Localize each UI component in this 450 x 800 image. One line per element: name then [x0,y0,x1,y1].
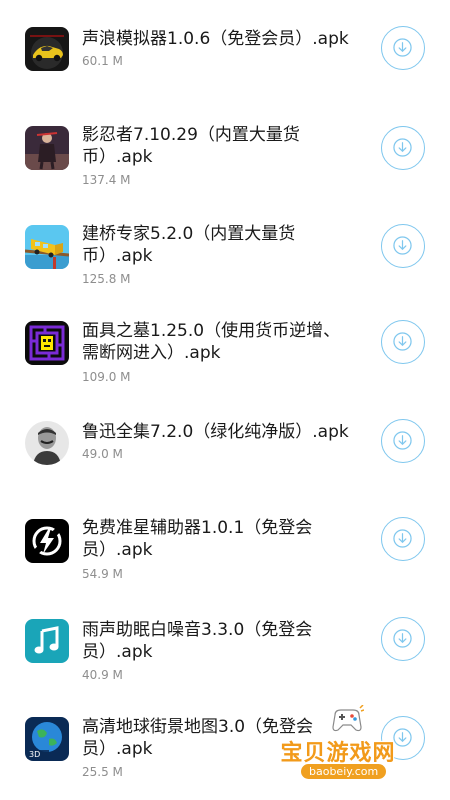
app-title: 面具之墓1.25.0（使用货币逆增、 需断网进入）.apk [82,321,341,363]
app-size: 109.0 M [82,370,131,384]
svg-text:3D: 3D [29,750,40,759]
arrow-down-icon [393,431,412,450]
download-button[interactable] [381,126,425,170]
app-title: 雨声助眠白噪音3.3.0（免登会 员）.apk [82,620,313,662]
app-title: 建桥专家5.2.0（内置大量货 币）.apk [82,224,296,266]
site-watermark: 宝贝游戏网 baobeiy.com [278,705,396,787]
download-button[interactable] [381,224,425,268]
download-button[interactable] [381,617,425,661]
arrow-down-icon [393,38,412,57]
app-size: 25.5 M [82,765,123,779]
music-note-icon [25,619,69,663]
arrow-down-icon [393,332,412,351]
ninja-icon [25,126,69,170]
watermark-logo-text: 宝贝游戏网 [280,741,396,766]
app-title: 影忍者7.10.29（内置大量货 币）.apk [82,125,300,167]
download-button[interactable] [381,419,425,463]
download-button[interactable] [381,320,425,364]
download-button[interactable] [381,26,425,70]
race-car-icon [25,27,69,71]
app-size: 54.9 M [82,567,123,581]
app-size: 125.8 M [82,272,131,286]
bridge-bus-icon [25,225,69,269]
arrow-down-icon [393,629,412,648]
app-size: 49.0 M [82,447,123,461]
app-title: 声浪模拟器1.0.6（免登会员）.apk [82,29,349,49]
download-button[interactable] [381,517,425,561]
arrow-down-icon [393,138,412,157]
earth-3d-icon: 3D [25,717,69,761]
app-size: 40.9 M [82,668,123,682]
portrait-icon [25,421,69,465]
app-size: 137.4 M [82,173,131,187]
arrow-down-icon [393,236,412,255]
gamepad-icon [332,705,364,732]
tomb-mask-icon [25,321,69,365]
app-title: 免费准星辅助器1.0.1（免登会 员）.apk [82,518,313,560]
arrow-down-icon [393,529,412,548]
app-title: 鲁迅全集7.2.0（绿化纯净版）.apk [82,422,349,442]
app-size: 60.1 M [82,54,123,68]
watermark-url: baobeiy.com [301,764,387,779]
crosshair-lightning-icon [25,519,69,563]
